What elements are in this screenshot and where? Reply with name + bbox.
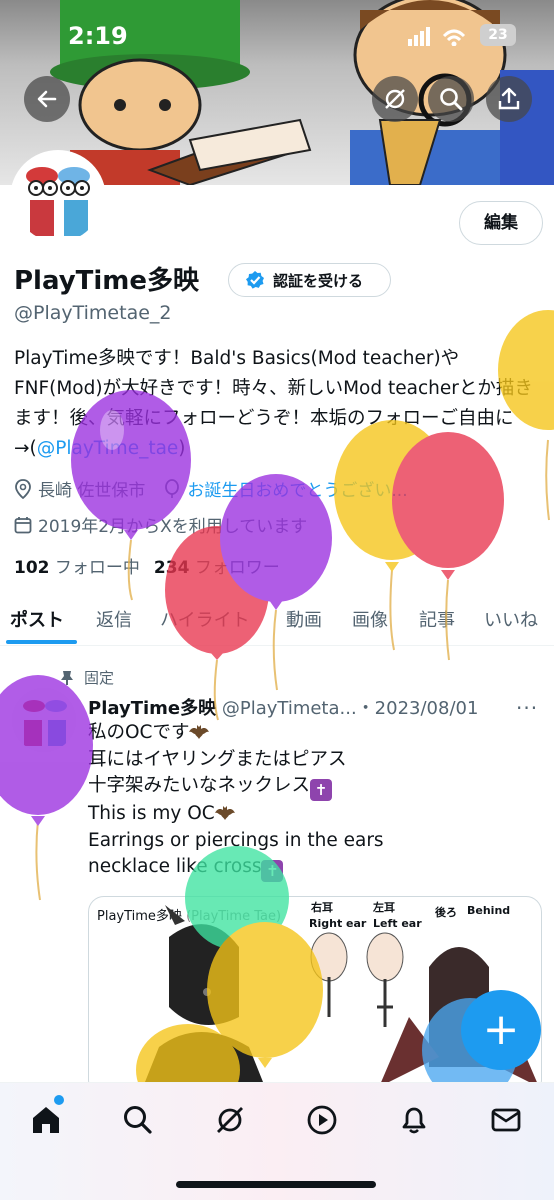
profile-birthday[interactable]: お誕生日おめでとうござい... [187, 476, 407, 501]
profile-meta-joined-row: 2019年2月からXを利用しています [14, 512, 307, 537]
post-media-image[interactable]: PlayTime多映 (PlayTime Tae) 右耳 Right ear 左… [88, 896, 542, 1096]
post-line-text: 十字架みたいなネックレス [88, 775, 311, 796]
followers-count: 234 [153, 558, 190, 578]
share-icon [498, 87, 520, 110]
edit-profile-button[interactable]: 編集 [459, 201, 543, 245]
pinned-label: 固定 [84, 669, 115, 687]
cross-emoji-icon: ✝ [261, 860, 284, 882]
status-bar: 2:19 23 [0, 0, 554, 70]
notifications-icon [402, 1107, 426, 1134]
profile-meta-location-row: 長崎 佐世保市 お誕生日おめでとうござい... [14, 476, 408, 501]
search-icon [440, 88, 463, 111]
profile-display-name: PlayTime多映 [14, 266, 200, 296]
post-line-text: This is my OC [88, 803, 215, 824]
post-line: Earrings or piercings in the ears [88, 829, 384, 851]
bat-emoji-icon [214, 806, 235, 820]
get-verified-label: 認証を受ける [273, 271, 364, 290]
tab-videos[interactable]: 動画 [286, 606, 322, 632]
avatar-illustration [14, 154, 102, 242]
oc-artwork [139, 905, 539, 1095]
cross-emoji-icon: ✝ [310, 779, 333, 801]
followers-link[interactable]: 234 フォロワー [154, 553, 280, 578]
tab-replies[interactable]: 返信 [96, 606, 132, 632]
post-line: This is my OC [88, 801, 384, 828]
bio-end: ) [178, 438, 186, 459]
get-verified-button[interactable]: 認証を受ける [228, 263, 391, 297]
home-notification-dot [54, 1095, 64, 1105]
signal-wifi-icon [408, 27, 466, 46]
profile-avatar[interactable] [10, 150, 106, 246]
post-author-name[interactable]: PlayTime多映 [88, 698, 216, 719]
nav-home[interactable] [29, 1103, 63, 1137]
share-button[interactable] [486, 76, 532, 122]
messages-icon [491, 1108, 521, 1132]
battery-indicator: 23 [480, 24, 516, 46]
post-header: PlayTime多映 @PlayTimeta...・2023/08/01 [88, 694, 478, 720]
post-line-text: 私のOCです [88, 722, 190, 743]
bio-mention-link[interactable]: @PlayTime_tae [37, 438, 179, 459]
following-label: フォロー中 [54, 558, 140, 578]
post-author-avatar[interactable] [12, 688, 76, 752]
calendar-icon [14, 516, 32, 533]
profile-bio: PlayTime多映です！Bald's Basics(Mod teacher)や… [14, 344, 544, 464]
post-line: 私のOCです [88, 720, 384, 747]
location-pin-icon [15, 478, 31, 499]
video-icon [307, 1105, 337, 1135]
verified-badge-icon [246, 271, 264, 289]
followers-label: フォロワー [194, 558, 280, 578]
profile-handle: @PlayTimetae_2 [14, 302, 172, 324]
post-text: 私のOCです 耳にはイヤリングまたはピアス 十字架みたいなネックレス ✝ This… [88, 720, 384, 882]
post-line: necklace like cross ✝ [88, 854, 384, 882]
nav-messages[interactable] [489, 1103, 523, 1137]
tab-images[interactable]: 画像 [352, 606, 388, 632]
active-tab-indicator [6, 640, 77, 644]
compose-post-button[interactable]: + [461, 990, 541, 1070]
post-more-button[interactable]: ··· [516, 696, 538, 720]
following-count: 102 [14, 558, 50, 578]
bat-emoji-icon [189, 725, 210, 739]
profile-joined: 2019年2月からXを利用しています [38, 517, 308, 537]
pinned-indicator: 固定 [60, 667, 114, 688]
nav-search[interactable] [121, 1103, 155, 1137]
tab-articles[interactable]: 記事 [419, 606, 455, 632]
nav-video[interactable] [305, 1103, 339, 1137]
nav-notifications[interactable] [397, 1103, 431, 1137]
post-handle-date: @PlayTimeta...・2023/08/01 [221, 698, 479, 719]
follow-stats: 102 フォロー中 234 フォロワー [14, 553, 280, 578]
home-icon [33, 1107, 59, 1133]
grok-button[interactable] [372, 76, 418, 122]
status-time: 2:19 [68, 22, 128, 50]
tab-posts[interactable]: ポスト [10, 606, 64, 632]
pin-icon [61, 670, 73, 685]
arrow-left-icon [37, 90, 57, 108]
post-line-text: necklace like cross [88, 856, 262, 877]
home-indicator [176, 1181, 376, 1188]
tab-highlights[interactable]: ハイライト [160, 606, 250, 632]
balloon-icon [165, 478, 180, 498]
profile-tabs: ポスト 返信 ハイライト 動画 画像 記事 いいね [0, 596, 554, 646]
post-line: 耳にはイヤリングまたはピアス [88, 748, 347, 770]
back-button[interactable] [24, 76, 70, 122]
profile-location: 長崎 佐世保市 [38, 481, 146, 501]
search-icon [124, 1106, 152, 1134]
search-button[interactable] [428, 76, 474, 122]
tab-likes[interactable]: いいね [484, 606, 538, 632]
nav-grok[interactable] [213, 1103, 247, 1137]
following-link[interactable]: 102 フォロー中 [14, 553, 140, 578]
post-line: 十字架みたいなネックレス ✝ [88, 773, 384, 801]
grok-icon [217, 1107, 243, 1133]
post-avatar-illustration [12, 688, 76, 752]
grok-icon [385, 89, 405, 109]
